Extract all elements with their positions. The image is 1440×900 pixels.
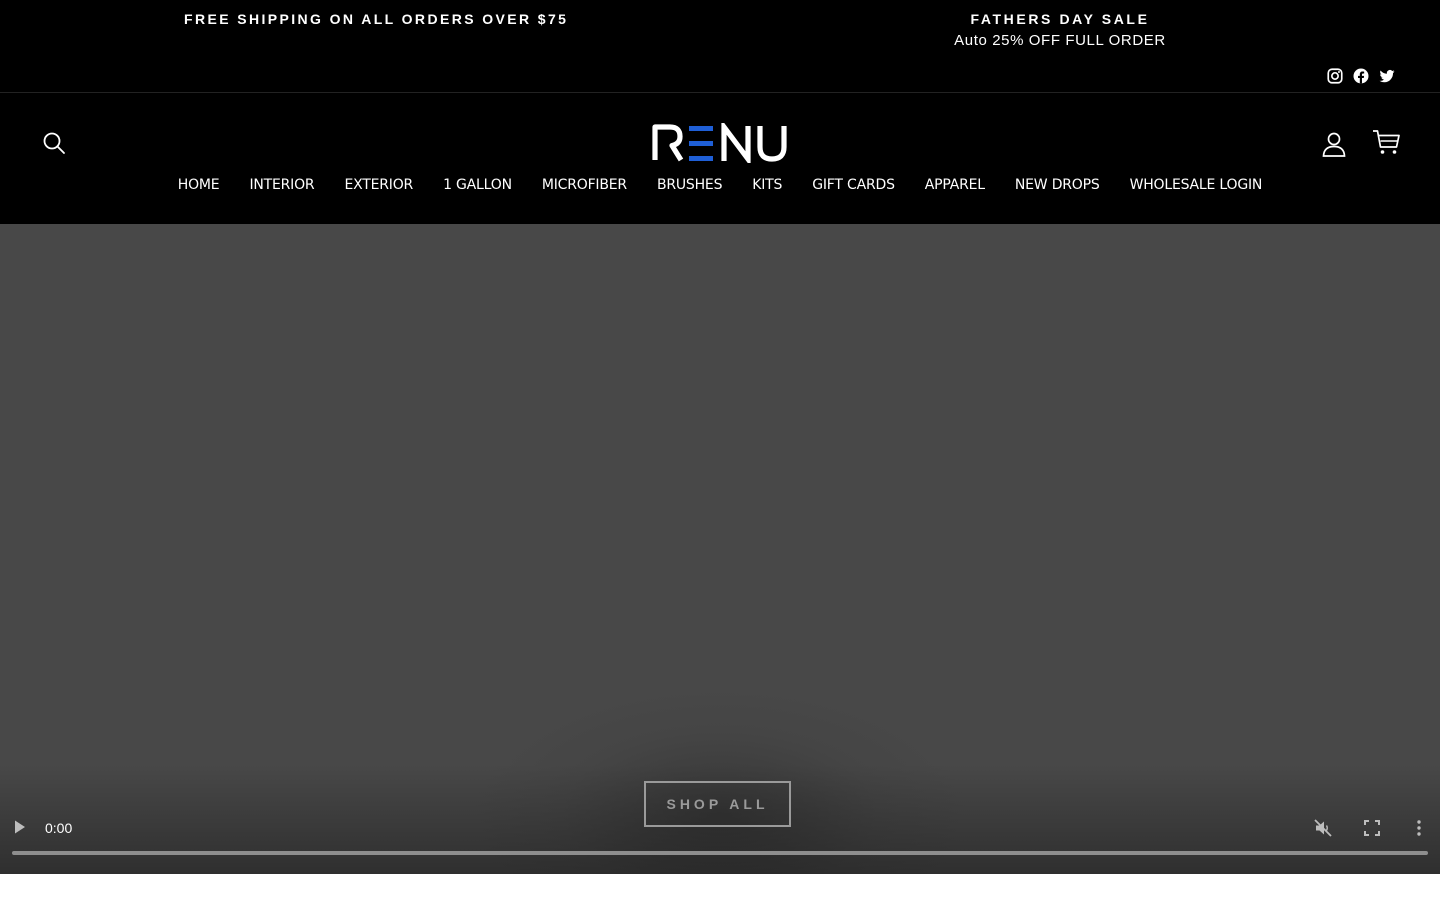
- nav-item-1-gallon[interactable]: 1 GALLON: [443, 177, 512, 193]
- social-links: [1326, 67, 1396, 85]
- video-current-time: 0:00: [45, 820, 73, 836]
- cart-icon[interactable]: [1372, 129, 1400, 155]
- site-header: HOME INTERIOR EXTERIOR 1 GALLON MICROFIB…: [0, 93, 1440, 224]
- search-icon[interactable]: [42, 131, 66, 155]
- sale-subtitle: Auto 25% OFF FULL ORDER: [954, 32, 1166, 49]
- nav-item-new-drops[interactable]: NEW DROPS: [1015, 177, 1100, 193]
- nav-item-exterior[interactable]: EXTERIOR: [344, 177, 413, 193]
- account-icon[interactable]: [1322, 131, 1346, 157]
- video-progress-bar[interactable]: [12, 851, 1428, 855]
- shop-all-button[interactable]: SHOP ALL: [644, 781, 791, 827]
- fullscreen-icon[interactable]: [1363, 819, 1381, 837]
- nav-item-interior[interactable]: INTERIOR: [249, 177, 314, 193]
- main-nav: HOME INTERIOR EXTERIOR 1 GALLON MICROFIB…: [0, 177, 1440, 193]
- hero-video[interactable]: SHOP ALL 0:00: [0, 224, 1440, 874]
- nav-item-gift-cards[interactable]: GIFT CARDS: [812, 177, 895, 193]
- muted-icon[interactable]: [1313, 818, 1333, 838]
- announcement-bar: FREE SHIPPING ON ALL ORDERS OVER $75 FAT…: [0, 0, 1440, 93]
- sale-message: FATHERS DAY SALE Auto 25% OFF FULL ORDER: [880, 11, 1240, 49]
- play-icon[interactable]: [13, 819, 27, 835]
- sale-title: FATHERS DAY SALE: [970, 11, 1150, 27]
- nav-item-brushes[interactable]: BRUSHES: [657, 177, 723, 193]
- nav-item-home[interactable]: HOME: [178, 177, 220, 193]
- shipping-message: FREE SHIPPING ON ALL ORDERS OVER $75: [184, 11, 569, 27]
- twitter-icon[interactable]: [1378, 67, 1396, 85]
- nav-item-apparel[interactable]: APPAREL: [925, 177, 985, 193]
- nav-item-microfiber[interactable]: MICROFIBER: [542, 177, 627, 193]
- nav-item-wholesale-login[interactable]: WHOLESALE LOGIN: [1130, 177, 1263, 193]
- more-options-icon[interactable]: [1414, 818, 1424, 838]
- facebook-icon[interactable]: [1352, 67, 1370, 85]
- instagram-icon[interactable]: [1326, 67, 1344, 85]
- logo[interactable]: [652, 119, 788, 167]
- nav-item-kits[interactable]: KITS: [752, 177, 782, 193]
